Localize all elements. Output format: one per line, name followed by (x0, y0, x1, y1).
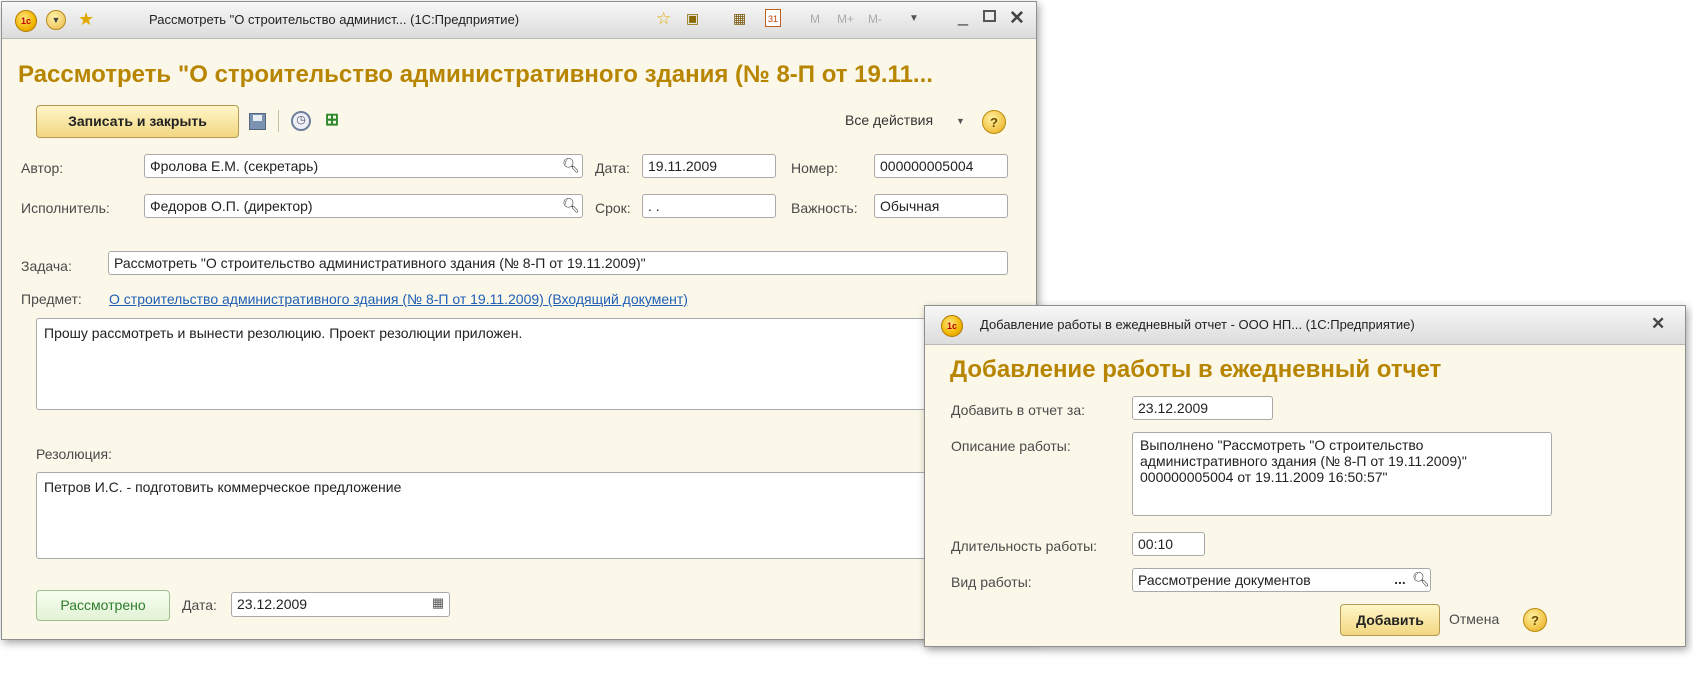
calendar-icon[interactable]: 31 (765, 9, 781, 27)
memory-plus-button[interactable]: M+ (837, 12, 854, 26)
term-label: Срок: (595, 200, 631, 216)
work-description-textarea[interactable]: Выполнено "Рассмотреть "О строительство … (1132, 432, 1552, 516)
main-window-title: Рассмотреть "О строительство админист...… (149, 12, 520, 27)
duration-label: Длительность работы: (951, 538, 1098, 554)
report-date-label: Добавить в отчет за: (951, 402, 1085, 418)
memory-m-button[interactable]: M (810, 12, 820, 26)
minimize-icon[interactable]: _ (958, 6, 968, 27)
app-logo-icon: 1c (941, 315, 963, 337)
main-title-bar: 1c ▼ ★ Рассмотреть "О строительство адми… (2, 2, 1036, 39)
write-and-close-button[interactable]: Записать и закрыть (36, 105, 239, 138)
duration-field[interactable]: 00:10 (1132, 532, 1205, 556)
work-type-label: Вид работы: (951, 574, 1032, 590)
main-window: 1c ▼ ★ Рассмотреть "О строительство адми… (1, 1, 1037, 640)
history-clock-icon[interactable]: ◷ (291, 111, 311, 131)
dialog-window: 1c Добавление работы в ежедневный отчет … (924, 305, 1686, 647)
favorites-star-icon[interactable]: ★ (78, 9, 94, 30)
dialog-title: Добавление работы в ежедневный отчет (950, 356, 1442, 383)
description-textarea[interactable]: Прошу рассмотреть и вынести резолюцию. П… (36, 318, 1008, 410)
footer-date-label: Дата: (182, 597, 217, 613)
resolution-textarea[interactable]: Петров И.С. - подготовить коммерческое п… (36, 472, 1008, 559)
dialog-title-bar: 1c Добавление работы в ежедневный отчет … (925, 306, 1685, 345)
search-icon[interactable]: 🔍︎ (1410, 568, 1432, 592)
author-label: Автор: (21, 160, 64, 176)
importance-label: Важность: (791, 200, 858, 216)
number-label: Номер: (791, 160, 838, 176)
author-field[interactable]: Фролова Е.М. (секретарь) (144, 154, 583, 178)
page-title: Рассмотреть "О строительство администрат… (18, 61, 933, 88)
search-icon[interactable]: 🔍︎ (560, 194, 582, 218)
select-ellipsis-button[interactable]: ... (1389, 568, 1411, 592)
work-type-field[interactable]: Рассмотрение документов (1132, 568, 1431, 592)
structure-icon[interactable]: ⊞ (322, 110, 342, 130)
work-description-label: Описание работы: (951, 438, 1071, 454)
subject-link[interactable]: О строительство административного здания… (109, 291, 688, 307)
app-logo-icon[interactable]: 1c (15, 10, 37, 32)
add-button[interactable]: Добавить (1340, 604, 1440, 636)
date-label: Дата: (595, 160, 630, 176)
close-icon[interactable]: ✕ (1009, 7, 1025, 30)
date-field[interactable]: 19.11.2009 (642, 154, 776, 178)
help-icon[interactable]: ? (1523, 608, 1547, 632)
subject-label: Предмет: (21, 291, 82, 307)
memory-minus-button[interactable]: M- (868, 12, 882, 26)
task-field[interactable]: Рассмотреть "О строительство администрат… (108, 251, 1008, 275)
dialog-window-title: Добавление работы в ежедневный отчет - О… (980, 317, 1415, 332)
executor-label: Исполнитель: (21, 200, 110, 216)
executor-field[interactable]: Федоров О.П. (директор) (144, 194, 583, 218)
resolution-label: Резолюция: (36, 446, 112, 462)
bookmark-icon[interactable]: ▣ (686, 10, 699, 27)
help-icon[interactable]: ? (982, 110, 1006, 134)
close-icon[interactable]: ✕ (1651, 314, 1665, 334)
footer-date-field[interactable]: 23.12.2009 (231, 592, 450, 617)
separator (278, 110, 279, 132)
report-date-field[interactable]: 23.12.2009 (1132, 396, 1273, 420)
menu-dropdown-icon[interactable]: ▼ (46, 10, 66, 30)
maximize-icon[interactable] (983, 10, 996, 22)
chevron-down-icon[interactable]: ▼ (956, 116, 965, 126)
importance-field[interactable]: Обычная (874, 194, 1008, 218)
chevron-down-icon[interactable]: ▼ (909, 13, 919, 24)
term-field[interactable]: . . (642, 194, 776, 218)
number-field[interactable]: 000000005004 (874, 154, 1008, 178)
reviewed-button[interactable]: Рассмотрено (36, 590, 170, 621)
add-favorite-icon[interactable]: ☆ (656, 9, 671, 29)
calendar-icon[interactable]: ▦ (427, 592, 449, 616)
all-actions-menu[interactable]: Все действия (845, 112, 933, 128)
search-icon[interactable]: 🔍︎ (560, 154, 582, 178)
calculator-icon[interactable]: ▦ (733, 10, 746, 27)
cancel-button[interactable]: Отмена (1449, 611, 1499, 627)
save-icon[interactable] (249, 113, 266, 130)
task-label: Задача: (21, 258, 72, 274)
